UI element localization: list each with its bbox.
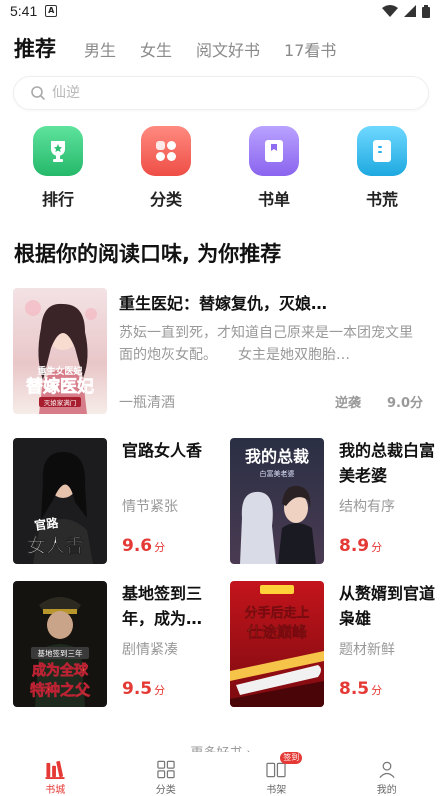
status-bar: 5:41 A — [0, 0, 442, 22]
book-tag: 题材新鲜 — [339, 642, 395, 658]
cover-title-text: 我的总裁 — [245, 447, 309, 466]
trophy-icon — [33, 126, 83, 176]
book-card[interactable]: 官路 女人香 官路女人香 情节紧张 9.6 分 — [13, 438, 221, 566]
book-score-value: 9.6 — [122, 536, 153, 556]
book-title: 官路女人香 — [122, 441, 203, 460]
search-icon — [31, 86, 45, 100]
book-score-unit: 分 — [154, 684, 166, 697]
book-cover: 分手后走上 仕途巅峰 — [230, 581, 324, 707]
book-title: 从赘婿到官道枭雄 — [339, 584, 436, 628]
quick-link-category[interactable]: 分类 — [126, 126, 206, 210]
book-cover: 基地签到三年 成为全球 特种之父 — [13, 581, 107, 707]
book-score-unit: 分 — [154, 541, 166, 554]
section-title: 根据你的阅读口味, 为你推荐 — [14, 242, 282, 266]
cover-title-text: 女人香 — [27, 534, 85, 557]
book-open-icon — [357, 126, 407, 176]
nav-label: 我的 — [376, 785, 397, 796]
book-tag: 结构有序 — [339, 499, 395, 515]
book-card[interactable]: 我的总裁 白富美老婆 我的总裁白富美老婆 结构有序 8.9 分 — [230, 438, 438, 566]
status-icons — [382, 4, 430, 18]
book-tag: 情节紧张 — [122, 499, 178, 515]
cover-title-text: 仕途巅峰 — [246, 623, 308, 641]
book-score: 8.5 分 — [339, 679, 382, 699]
book-tag: 逆袭 — [335, 396, 362, 411]
book-score-unit: 分 — [371, 541, 383, 554]
book-author: 一瓶清酒 — [119, 395, 175, 411]
featured-book[interactable]: 重生女医妃 替嫁医妃 灭娘家满门 重生医妃：替嫁复仇，灭娘… 苏妘一直到死，才知… — [13, 288, 429, 416]
book-title: 基地签到三年，成为… — [122, 584, 203, 628]
book-score-value: 8.9 — [339, 536, 370, 556]
category-grid-icon — [141, 126, 191, 176]
status-time: 5:41 — [10, 3, 38, 19]
nav-label: 书城 — [45, 785, 66, 796]
book-score-value: 8.5 — [339, 679, 370, 699]
cover-top-text: 基地签到三年 — [38, 648, 83, 658]
quick-link-label: 书荒 — [365, 190, 398, 209]
nav-category[interactable]: 分类 — [111, 752, 222, 796]
cover-subtitle-text: 灭娘家满门 — [44, 398, 77, 407]
book-score: 9.6 分 — [122, 536, 165, 556]
book-cover: 我的总裁 白富美老婆 — [230, 438, 324, 564]
quick-link-booklist[interactable]: 书单 — [234, 126, 314, 210]
quick-link-label: 书单 — [257, 190, 290, 209]
book-description: 苏妘一直到死，才知道自己原来是一本团宠文里面的炮灰女配。 女主是她双胞胎… — [119, 325, 413, 363]
category-icon — [157, 760, 175, 779]
quick-link-ranking[interactable]: 排行 — [18, 126, 98, 210]
category-tabs: 推荐 男生 女生 阅文好书 17看书 — [14, 30, 428, 66]
cover-title-text: 替嫁医妃 — [26, 376, 94, 397]
cover-title-text: 分手后走上 — [244, 605, 309, 621]
book-title: 我的总裁白富美老婆 — [339, 441, 436, 485]
search-input[interactable] — [52, 85, 428, 101]
cover-title-text: 特种之父 — [30, 681, 91, 699]
book-score: 9.5 分 — [122, 679, 165, 699]
booklist-icon — [249, 126, 299, 176]
book-card[interactable]: 分手后走上 仕途巅峰 从赘婿到官道枭雄 题材新鲜 8.5 分 — [230, 581, 438, 709]
tab-female[interactable]: 女生 — [140, 37, 172, 66]
cover-title-text: 成为全球 — [32, 662, 89, 679]
book-score-value: 9.5 — [122, 679, 153, 699]
book-score: 8.9 分 — [339, 536, 382, 556]
book-card[interactable]: 基地签到三年 成为全球 特种之父 基地签到三年，成为… 剧情紧凑 9.5 分 — [13, 581, 221, 709]
bottom-nav: 书城 分类 签到 书架 我的 — [0, 752, 442, 796]
nav-label: 书架 — [266, 785, 287, 796]
checkin-badge[interactable]: 签到 — [280, 752, 303, 764]
book-title: 重生医妃：替嫁复仇，灭娘… — [119, 294, 328, 313]
book-score-unit: 分 — [371, 684, 383, 697]
cover-subtitle-text: 白富美老婆 — [260, 469, 295, 478]
nav-label: 分类 — [155, 785, 176, 796]
tab-recommend[interactable]: 推荐 — [14, 33, 56, 66]
quick-links: 排行 分类 书单 书荒 — [0, 126, 442, 216]
quick-link-label: 分类 — [149, 190, 182, 209]
search-bar[interactable] — [13, 76, 429, 110]
nav-bookshelf[interactable]: 签到 书架 — [221, 752, 332, 796]
book-score: 9.0分 — [387, 396, 424, 411]
cover-top-text: 重生女医妃 — [37, 365, 82, 377]
book-cover: 官路 女人香 — [13, 438, 107, 564]
profile-icon — [379, 761, 395, 778]
quick-link-label: 排行 — [41, 190, 74, 209]
tab-17kanshu[interactable]: 17看书 — [284, 37, 336, 66]
book-tag: 剧情紧凑 — [122, 642, 178, 658]
book-cover: 重生女医妃 替嫁医妃 灭娘家满门 — [13, 288, 107, 414]
notification-icon: A — [45, 5, 58, 17]
tab-yuewen[interactable]: 阅文好书 — [196, 37, 260, 66]
nav-bookstore[interactable]: 书城 — [0, 752, 111, 796]
wifi-icon — [382, 5, 398, 17]
signal-icon — [404, 5, 416, 17]
nav-profile[interactable]: 我的 — [332, 752, 442, 796]
bookstore-icon — [45, 760, 65, 779]
battery-icon — [422, 4, 430, 18]
quick-link-book-shortage[interactable]: 书荒 — [342, 126, 422, 210]
tab-male[interactable]: 男生 — [84, 37, 116, 66]
